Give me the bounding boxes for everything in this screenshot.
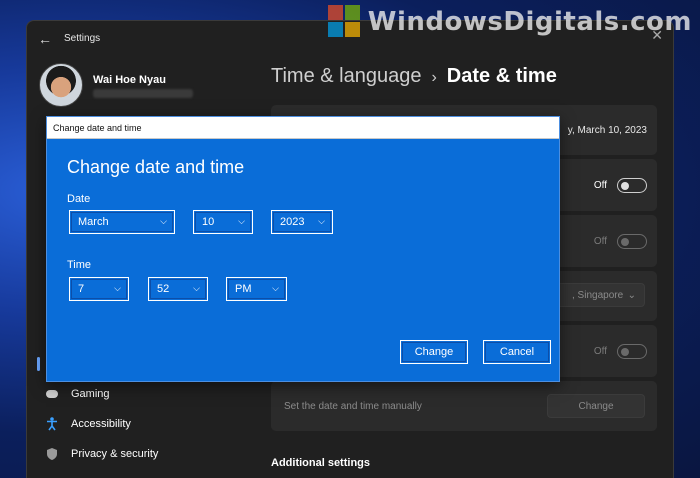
chevron-down-icon: ⌵ — [160, 216, 167, 226]
daylight-saving-toggle[interactable] — [617, 344, 647, 359]
change-date-time-dialog: Change date and time Change date and tim… — [46, 116, 560, 382]
set-timezone-auto-toggle[interactable] — [617, 234, 647, 249]
chevron-down-icon: ⌵ — [238, 216, 245, 226]
sidebar-item-label: Gaming — [71, 388, 110, 400]
hour-value: 7 — [78, 283, 85, 295]
change-button-disabled[interactable]: Change — [547, 394, 645, 418]
time-zone-dropdown[interactable]: , Singapore ⌄ — [545, 283, 645, 307]
sidebar-item-label: Privacy & security — [71, 448, 159, 460]
watermark-text: WindowsDigitals.com — [367, 7, 692, 37]
month-value: March — [78, 216, 109, 228]
hour-select[interactable]: 7 ⌵ — [69, 277, 129, 301]
set-time-auto-toggle-group: Off — [594, 178, 647, 193]
ampm-value: PM — [235, 283, 252, 295]
windows-logo-icon — [327, 5, 362, 39]
breadcrumb-parent[interactable]: Time & language — [271, 65, 421, 87]
set-manually-label: Set the date and time manually — [284, 401, 422, 412]
month-select[interactable]: March ⌵ — [69, 210, 175, 234]
time-label: Time — [67, 259, 92, 271]
minute-value: 52 — [157, 283, 170, 295]
sidebar-item-accessibility[interactable]: Accessibility — [45, 417, 131, 431]
year-select[interactable]: 2023 ⌵ — [271, 210, 333, 234]
toggle-state-label: Off — [593, 346, 607, 357]
sidebar-item-label: Accessibility — [71, 418, 131, 430]
nav-selection-indicator — [37, 357, 40, 371]
set-timezone-auto-toggle-group: Off — [594, 234, 647, 249]
chevron-down-icon: ⌄ — [627, 290, 636, 301]
daylight-saving-toggle-group: Off — [594, 344, 647, 359]
change-button[interactable]: Change — [400, 340, 468, 364]
chevron-down-icon: ⌵ — [114, 283, 121, 293]
cancel-button[interactable]: Cancel — [483, 340, 551, 364]
toggle-state-label: Off — [593, 236, 607, 247]
avatar[interactable] — [39, 63, 83, 107]
user-email-blurred — [93, 89, 193, 98]
dialog-heading: Change date and time — [67, 157, 245, 177]
chevron-right-icon: › — [431, 69, 437, 86]
year-value: 2023 — [280, 216, 305, 228]
toggle-state-label: Off — [593, 180, 607, 191]
set-time-auto-toggle[interactable] — [617, 178, 647, 193]
user-name: Wai Hoe Nyau — [93, 74, 166, 86]
dialog-title-bar: Change date and time — [47, 117, 559, 139]
set-manually-card: Set the date and time manually Change — [271, 381, 657, 431]
chevron-down-icon: ⌵ — [272, 283, 279, 293]
back-arrow-icon[interactable]: ← — [37, 31, 53, 47]
ampm-select[interactable]: PM ⌵ — [226, 277, 287, 301]
day-select[interactable]: 10 ⌵ — [193, 210, 253, 234]
additional-settings-heading: Additional settings — [271, 457, 370, 469]
chevron-down-icon: ⌵ — [193, 283, 200, 293]
sidebar-item-gaming[interactable]: Gaming — [45, 387, 110, 401]
date-label: Date — [67, 193, 91, 205]
sidebar-item-privacy[interactable]: Privacy & security — [45, 447, 158, 461]
day-value: 10 — [202, 216, 215, 228]
accessibility-icon — [45, 417, 59, 431]
breadcrumb-current: Date & time — [446, 65, 557, 87]
shield-icon — [45, 447, 59, 461]
breadcrumb: Time & language › Date & time — [271, 65, 557, 88]
window-title: Settings — [64, 33, 101, 44]
current-date-text: y, March 10, 2023 — [567, 125, 647, 136]
watermark: WindowsDigitals.com — [327, 4, 692, 40]
time-zone-value: , Singapore — [572, 290, 624, 301]
gamepad-icon — [45, 387, 59, 401]
chevron-down-icon: ⌵ — [318, 216, 325, 226]
minute-select[interactable]: 52 ⌵ — [148, 277, 208, 301]
